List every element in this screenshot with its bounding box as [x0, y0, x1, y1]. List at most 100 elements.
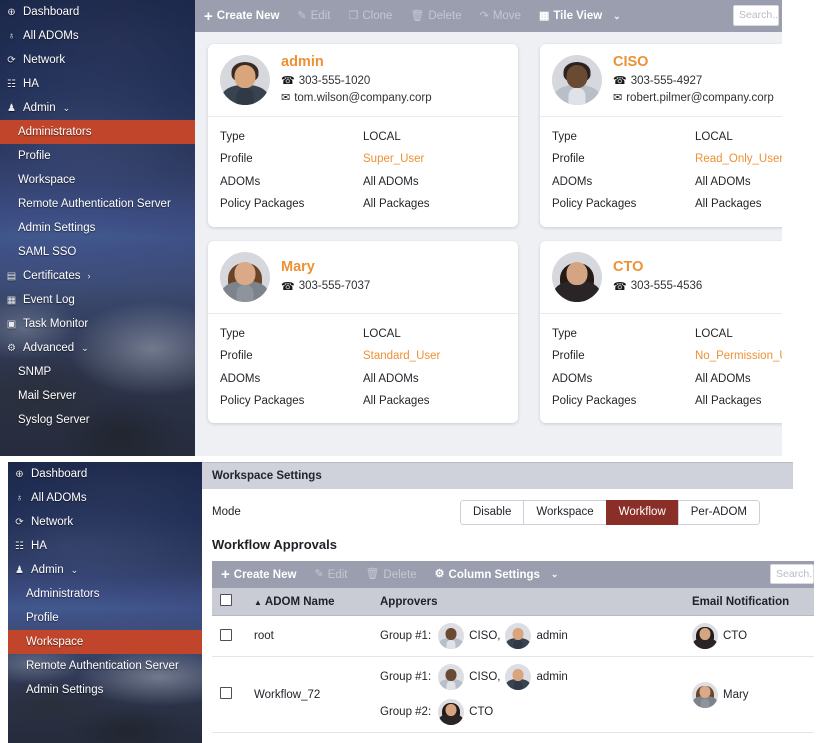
- sidebar-item-label: Profile: [18, 150, 51, 162]
- chevron-right-icon: ›: [87, 271, 91, 281]
- card-field-value[interactable]: No_Permission_User: [695, 345, 782, 367]
- sidebar-item-admin[interactable]: ♟ Admin ⌄: [0, 96, 195, 120]
- card-field-value: All Packages: [363, 394, 430, 407]
- column-header-adom-name[interactable]: ▲ ADOM Name: [246, 588, 372, 616]
- sidebar-item-workspace[interactable]: Workspace: [0, 168, 195, 192]
- workspace-settings-header: Workspace Settings: [202, 462, 793, 489]
- sidebar-item-label: Remote Authentication Server: [26, 660, 179, 672]
- administrators-panel: + Create New ✎ Edit ❐ Clone 🗑 Delete ↷ M…: [195, 0, 782, 456]
- card-email: ✉ robert.pilmer@company.corp: [613, 90, 774, 107]
- admin-card[interactable]: CTO ☎ 303-555-4536 Type LOCAL Profile No_Permi…: [540, 240, 782, 424]
- sidebar-item-ha[interactable]: ☷ HA: [8, 534, 202, 558]
- card-name[interactable]: Mary: [281, 258, 370, 276]
- card-field-value[interactable]: Read_Only_User: [695, 148, 782, 170]
- card-field-key: Type: [220, 327, 245, 340]
- grid-search-input[interactable]: Search...: [770, 564, 814, 584]
- column-header-email-notification[interactable]: Email Notification: [684, 588, 814, 616]
- grid-create-new-button[interactable]: + Create New: [221, 567, 305, 582]
- table-body: root Group #1: CISO, admin CTO Workflow_72 Gro…: [212, 615, 814, 733]
- chevron-down-icon: ⌄: [62, 102, 71, 113]
- sidebar-item-admin-settings[interactable]: Admin Settings: [0, 216, 195, 240]
- sidebar-item-network[interactable]: ⟳ Network: [8, 510, 202, 534]
- card-body: Type LOCAL Profile Standard_User ADOMs All AD…: [208, 312, 518, 424]
- move-button[interactable]: ↷ Move: [480, 10, 530, 22]
- card-field-value: All Packages: [695, 394, 762, 407]
- sidebar-item-label: Network: [31, 516, 74, 528]
- sidebar-item-snmp[interactable]: SNMP: [0, 360, 195, 384]
- user-icon: ♟: [7, 102, 16, 114]
- delete-button[interactable]: 🗑 Delete: [410, 10, 470, 22]
- sidebar-item-remote-authentication-server[interactable]: Remote Authentication Server: [8, 654, 202, 678]
- card-name[interactable]: CTO: [613, 258, 702, 276]
- sidebar-item-dashboard[interactable]: ⊕ Dashboard: [8, 462, 202, 486]
- sidebar-item-all-adoms[interactable]: ♁ All ADOMs: [0, 24, 195, 48]
- sidebar-item-label: Admin: [23, 102, 56, 114]
- network-icon: ⟳: [15, 516, 24, 528]
- sidebar-item-profile[interactable]: Profile: [0, 144, 195, 168]
- mode-option-per-adom[interactable]: Per-ADOM: [677, 499, 760, 525]
- avatar-admin: [505, 664, 532, 690]
- table-row[interactable]: root Group #1: CISO, admin CTO: [212, 615, 814, 657]
- mode-option-disable[interactable]: Disable: [460, 499, 524, 525]
- edit-button[interactable]: ✎ Edit: [297, 10, 339, 22]
- sidebar-item-saml-sso[interactable]: SAML SSO: [0, 240, 195, 264]
- mode-label: Mode: [212, 506, 241, 518]
- grid-icon: ▦: [538, 9, 550, 22]
- sidebar-item-dashboard[interactable]: ⊕ Dashboard: [0, 0, 195, 24]
- sidebar-item-task-monitor[interactable]: ▣ Task Monitor: [0, 312, 195, 336]
- card-header: Mary ☎ 303-555-7037: [208, 241, 518, 313]
- card-phone: ☎ 303-555-7037: [281, 278, 370, 295]
- sidebar-item-administrators[interactable]: Administrators: [0, 120, 195, 144]
- sidebar-item-syslog-server[interactable]: Syslog Server: [0, 408, 195, 432]
- envelope-icon: ✉: [281, 92, 291, 105]
- column-settings-dropdown[interactable]: ⚙ Column Settings ⌄: [435, 569, 568, 581]
- create-new-label: Create New: [216, 10, 280, 22]
- row-checkbox[interactable]: [220, 687, 232, 699]
- globe-icon: ♁: [15, 492, 24, 504]
- grid-edit-button[interactable]: ✎ Edit: [314, 569, 356, 581]
- tile-view-dropdown[interactable]: ▦ Tile View ⌄: [539, 10, 630, 22]
- column-header-approvers[interactable]: Approvers: [372, 588, 684, 616]
- admin-card[interactable]: admin ☎ 303-555-1020 ✉ tom.wilson@company.co…: [208, 44, 518, 227]
- sidebar-item-administrators[interactable]: Administrators: [8, 582, 202, 606]
- card-name[interactable]: CISO: [613, 53, 774, 71]
- sidebar-item-ha[interactable]: ☷ HA: [0, 72, 195, 96]
- columns-gear-icon: ⚙: [434, 568, 445, 580]
- sidebar-item-remote-authentication-server[interactable]: Remote Authentication Server: [0, 192, 195, 216]
- card-field-value[interactable]: Super_User: [363, 148, 424, 170]
- approvals-table: ▲ ADOM Name Approvers Email Notification ro…: [212, 588, 814, 733]
- search-input[interactable]: Search...: [733, 5, 779, 26]
- grid-delete-button[interactable]: 🗑 Delete: [365, 569, 425, 581]
- mode-segmented-control[interactable]: Disable Workspace Workflow Per-ADOM: [460, 499, 760, 525]
- approvals-grid-wrap: + Create New ✎ Edit 🗑 Delete ⚙ Column Se…: [212, 561, 814, 733]
- card-field-key: Profile: [220, 153, 253, 166]
- sidebar-item-advanced[interactable]: ⚙ Advanced ⌄: [0, 336, 195, 360]
- sidebar-item-mail-server[interactable]: Mail Server: [0, 384, 195, 408]
- sidebar-item-profile[interactable]: Profile: [8, 606, 202, 630]
- sidebar-item-admin[interactable]: ♟ Admin ⌄: [8, 558, 202, 582]
- sidebar-item-certificates[interactable]: ▤ Certificates ›: [0, 264, 195, 288]
- admin-card[interactable]: Mary ☎ 303-555-7037 Type LOCAL Profile Standar…: [208, 240, 518, 424]
- sidebar-item-label: Advanced: [23, 342, 75, 354]
- clone-icon: ❐: [348, 9, 359, 22]
- sidebar-item-event-log[interactable]: ▦ Event Log: [0, 288, 195, 312]
- sidebar-item-all-adoms[interactable]: ♁ All ADOMs: [8, 486, 202, 510]
- mode-option-workspace[interactable]: Workspace: [523, 499, 606, 525]
- select-all-checkbox[interactable]: [220, 594, 232, 606]
- mode-option-workflow[interactable]: Workflow: [605, 499, 678, 525]
- card-field-value[interactable]: Standard_User: [363, 345, 440, 367]
- sidebar-item-admin-settings[interactable]: Admin Settings: [8, 678, 202, 702]
- row-checkbox[interactable]: [220, 628, 232, 641]
- card-name[interactable]: admin: [281, 53, 432, 71]
- card-field-value: LOCAL: [695, 131, 733, 143]
- card-header: CISO ☎ 303-555-4927 ✉ robert.pilmer@company.…: [540, 44, 782, 116]
- clone-button[interactable]: ❐ Clone: [348, 10, 401, 22]
- card-field-key: ADOMs: [552, 175, 593, 188]
- table-row[interactable]: Workflow_72 Group #1: CISO, admin Group #2: C…: [212, 656, 814, 733]
- admin-card[interactable]: CISO ☎ 303-555-4927 ✉ robert.pilmer@company.…: [540, 44, 782, 227]
- email-notification-cell: Mary: [684, 656, 814, 733]
- sidebar-item-network[interactable]: ⟳ Network: [0, 48, 195, 72]
- sidebar-item-workspace[interactable]: Workspace: [8, 630, 202, 654]
- card-field-value: All ADOMs: [695, 175, 751, 188]
- create-new-button[interactable]: + Create New: [204, 9, 288, 24]
